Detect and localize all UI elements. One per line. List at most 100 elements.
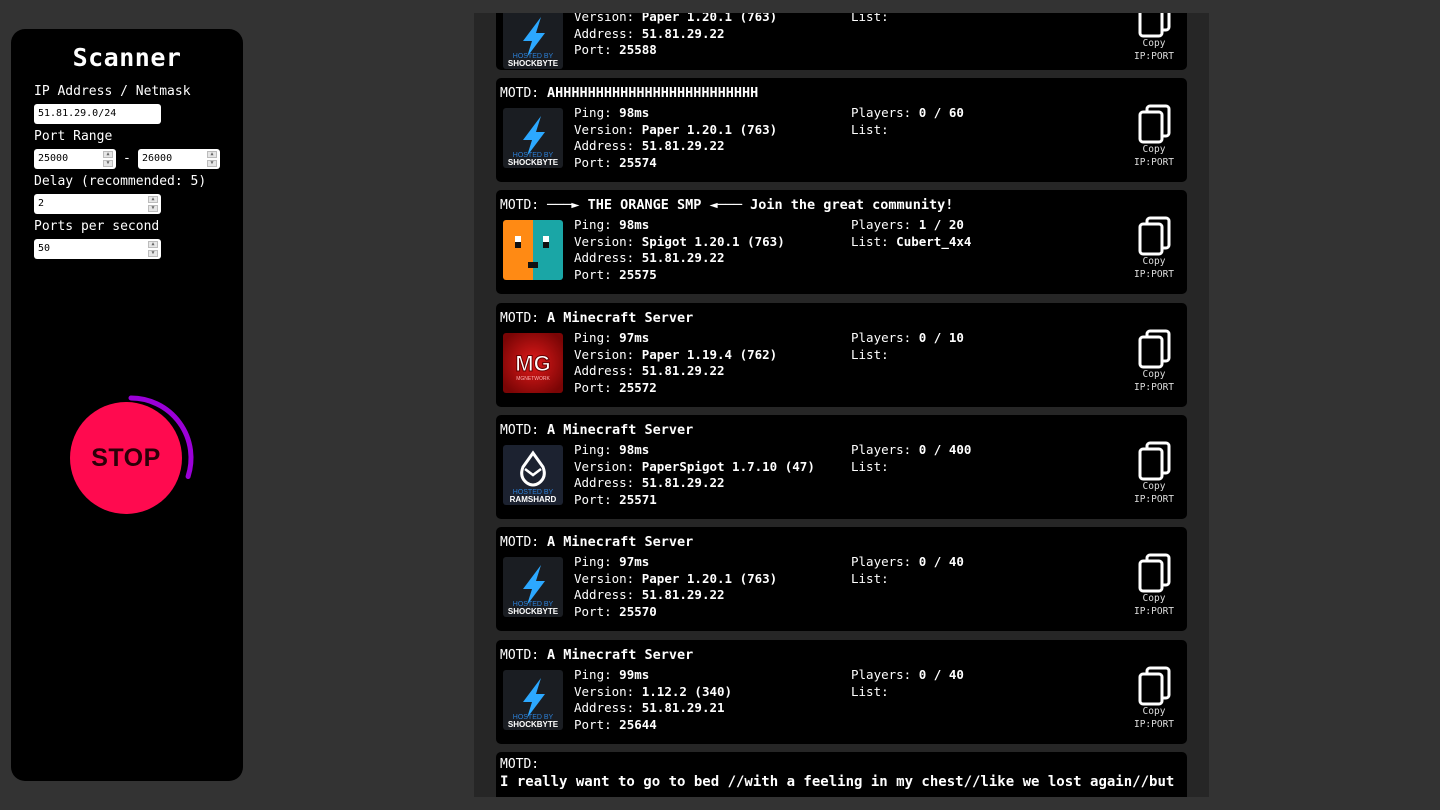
server-card-last: MOTD: I really want to go to bed //with …	[496, 752, 1187, 797]
server-card: HOSTED BY SHOCKBYTE Version: Paper 1.20.…	[496, 13, 1187, 70]
players-label: Players:	[851, 105, 912, 120]
player-details: Players: 1 / 20 List: Cubert_4x4	[851, 217, 971, 250]
copy-icon	[1132, 329, 1176, 369]
address-label: Address:	[574, 138, 635, 153]
svg-text:RAMSHARD: RAMSHARD	[510, 495, 557, 504]
port-to-spinner[interactable]: ▲ ▼	[207, 151, 217, 167]
motd-label: MOTD:	[500, 757, 540, 772]
address-row: Address: 51.81.29.22	[574, 26, 777, 43]
player-details: List:	[851, 13, 889, 26]
ping-label: Ping:	[574, 442, 612, 457]
motd-line: MOTD: AHHHHHHHHHHHHHHHHHHHHHHHHH	[500, 85, 758, 101]
address-row: Address: 51.81.29.22	[574, 587, 777, 604]
delay-input[interactable]: 2 ▲ ▼	[34, 194, 161, 214]
version-value: Spigot 1.20.1 (763)	[641, 233, 785, 249]
scanner-sidebar: Scanner IP Address / Netmask 51.81.29.0/…	[11, 29, 243, 781]
motd-text: A Minecraft Server	[546, 310, 694, 326]
motd-line: MOTD: ───► THE ORANGE SMP ◄─── Join the …	[500, 197, 953, 213]
copy-label-line2: IP:PORT	[1133, 493, 1175, 505]
version-value: PaperSpigot 1.7.10 (47)	[641, 458, 815, 474]
port-from-spinner[interactable]: ▲ ▼	[103, 151, 113, 167]
port-row: Port: 25575	[574, 267, 785, 284]
ping-value: 99ms	[619, 667, 650, 682]
copy-ip-port-button[interactable]: Copy IP:PORT	[1132, 441, 1176, 507]
copy-label-line1: Copy	[1142, 369, 1166, 380]
orange-teal-face-icon	[503, 220, 563, 280]
ping-row: Ping: 99ms	[574, 667, 732, 684]
stop-button[interactable]: STOP	[70, 402, 182, 514]
pps-spinner[interactable]: ▲ ▼	[148, 241, 158, 257]
port-from-input[interactable]: 25000 ▲ ▼	[34, 149, 116, 169]
version-row: Version: Paper 1.20.1 (763)	[574, 571, 777, 588]
copy-label-line1: Copy	[1142, 38, 1166, 49]
ip-netmask-value: 51.81.29.0/24	[38, 108, 117, 119]
version-label: Version:	[574, 346, 635, 362]
ping-label: Ping:	[574, 105, 612, 120]
list-row: List: Cubert_4x4	[851, 234, 971, 251]
delay-spinner[interactable]: ▲ ▼	[148, 196, 158, 212]
server-card: MOTD: AHHHHHHHHHHHHHHHHHHHHHHHHH HOSTED …	[496, 78, 1187, 182]
ping-row: Ping: 97ms	[574, 330, 777, 347]
port-label: Port:	[574, 716, 612, 732]
ping-row: Ping: 97ms	[574, 554, 777, 571]
copy-ip-port-button[interactable]: Copy IP:PORT	[1132, 104, 1176, 170]
copy-ip-port-button[interactable]: Copy IP:PORT	[1132, 553, 1176, 619]
copy-icon	[1132, 553, 1176, 593]
version-row: Version: Spigot 1.20.1 (763)	[574, 234, 785, 251]
copy-label-line2: IP:PORT	[1133, 381, 1175, 393]
pps-label: Ports per second	[34, 219, 160, 234]
copy-label-line1: Copy	[1142, 256, 1166, 267]
copy-ip-port-button[interactable]: Copy IP:PORT	[1132, 13, 1176, 64]
svg-text:SHOCKBYTE: SHOCKBYTE	[508, 158, 559, 167]
ports-per-second-input[interactable]: 50 ▲ ▼	[34, 239, 161, 259]
port-to-input[interactable]: 26000 ▲ ▼	[138, 149, 220, 169]
motd-label: MOTD:	[500, 535, 540, 550]
ip-netmask-input[interactable]: 51.81.29.0/24	[34, 104, 161, 124]
copy-label-line2: IP:PORT	[1133, 605, 1175, 617]
list-row: List:	[851, 684, 964, 701]
copy-icon	[1132, 104, 1176, 144]
players-value: 0 / 40	[918, 554, 964, 569]
svg-text:MG: MG	[515, 351, 550, 376]
players-row: Players: 1 / 20	[851, 217, 971, 234]
shockbyte-icon: HOSTED BY SHOCKBYTE	[503, 13, 563, 69]
version-label: Version:	[574, 570, 635, 586]
copy-ip-port-button[interactable]: Copy IP:PORT	[1132, 329, 1176, 395]
server-card: MOTD: A Minecraft Server MG MGNETWORK Pi…	[496, 303, 1187, 407]
list-label: List:	[851, 346, 889, 362]
players-label: Players:	[851, 667, 912, 682]
copy-ip-port-button[interactable]: Copy IP:PORT	[1132, 666, 1176, 732]
port-value: 25570	[619, 603, 657, 619]
pps-value: 50	[38, 243, 51, 254]
players-value: 0 / 400	[918, 442, 972, 457]
server-details: Ping: 99ms Version: 1.12.2 (340) Address…	[574, 667, 732, 733]
shockbyte-icon: HOSTED BY SHOCKBYTE	[503, 557, 563, 617]
port-range-label: Port Range	[34, 129, 113, 144]
address-label: Address:	[574, 587, 635, 602]
version-value: Paper 1.20.1 (763)	[641, 570, 778, 586]
ping-label: Ping:	[574, 217, 612, 232]
player-details: Players: 0 / 10 List:	[851, 330, 964, 363]
version-label: Version:	[574, 458, 635, 474]
list-label: List:	[851, 458, 889, 474]
results-panel: HOSTED BY SHOCKBYTE Version: Paper 1.20.…	[474, 13, 1209, 797]
list-label: List:	[851, 683, 889, 699]
players-value: 1 / 20	[918, 217, 964, 232]
ping-value: 97ms	[619, 554, 650, 569]
version-value: Paper 1.20.1 (763)	[641, 13, 778, 24]
address-value: 51.81.29.22	[641, 25, 725, 41]
results-scrollbar[interactable]	[1201, 13, 1209, 797]
copy-label-line1: Copy	[1142, 593, 1166, 604]
version-value: 1.12.2 (340)	[641, 683, 733, 699]
port-value: 25644	[619, 716, 657, 732]
version-label: Version:	[574, 683, 635, 699]
copy-ip-port-button[interactable]: Copy IP:PORT	[1132, 216, 1176, 282]
server-details: Ping: 98ms Version: Spigot 1.20.1 (763) …	[574, 217, 785, 283]
copy-label-line1: Copy	[1142, 481, 1166, 492]
copy-label-line2: IP:PORT	[1133, 50, 1175, 62]
server-card: MOTD: A Minecraft Server HOSTED BY SHOCK…	[496, 640, 1187, 744]
copy-label-line2: IP:PORT	[1133, 268, 1175, 280]
list-row: List:	[851, 13, 889, 26]
address-label: Address:	[574, 475, 635, 490]
address-label: Address:	[574, 363, 635, 378]
